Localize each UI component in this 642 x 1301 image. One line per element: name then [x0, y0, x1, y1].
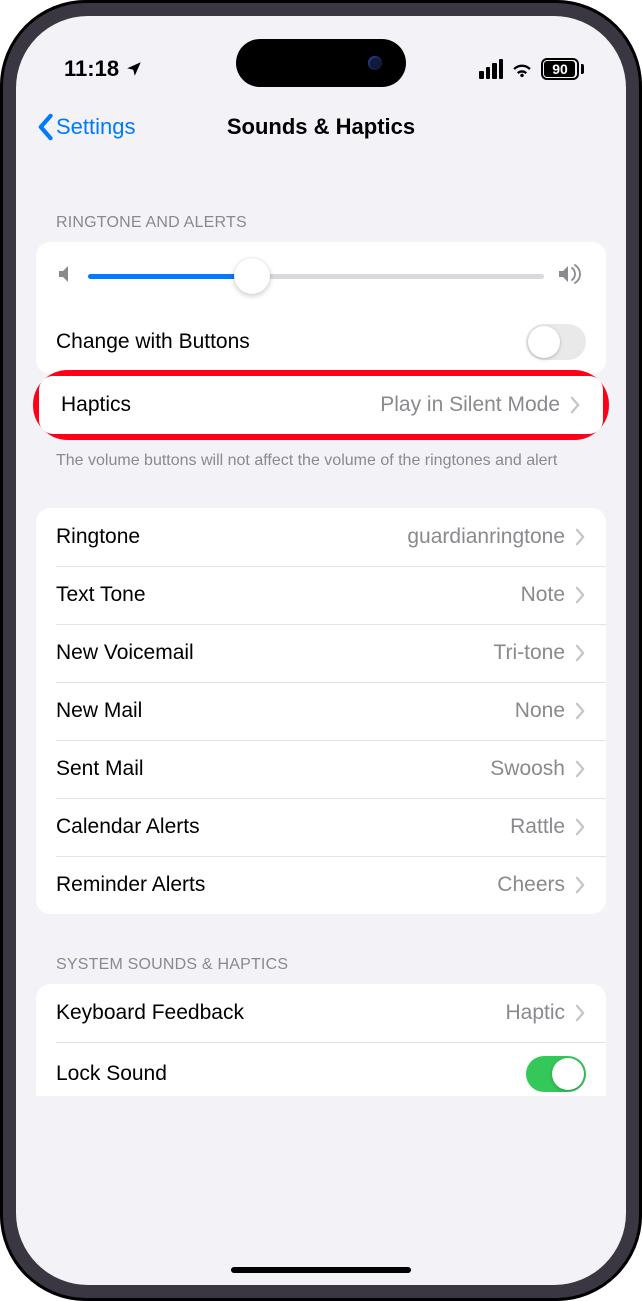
haptics-label: Haptics: [61, 393, 131, 417]
ringtone-alerts-group: Change with Buttons: [36, 242, 606, 374]
section-header-ringtone-alerts: RINGTONE AND ALERTS: [36, 160, 606, 242]
cellular-icon: [479, 59, 503, 79]
section-header-system: SYSTEM SOUNDS & HAPTICS: [36, 914, 606, 984]
back-button[interactable]: Settings: [36, 113, 136, 141]
change-with-buttons-label: Change with Buttons: [56, 330, 250, 354]
row-value: Haptic: [505, 1001, 565, 1025]
chevron-right-icon: [575, 702, 586, 720]
chevron-right-icon: [575, 644, 586, 662]
row-value: None: [515, 699, 565, 723]
row-label: New Voicemail: [56, 641, 194, 665]
location-icon: [125, 60, 143, 78]
status-time: 11:18: [64, 56, 119, 82]
device-frame: 11:18 90 Settings Sounds: [0, 0, 642, 1301]
reminder-alerts-row[interactable]: Reminder Alerts Cheers: [36, 856, 606, 914]
row-value: guardianringtone: [407, 525, 565, 549]
chevron-right-icon: [575, 760, 586, 778]
chevron-right-icon: [575, 876, 586, 894]
row-label: Keyboard Feedback: [56, 1001, 244, 1025]
row-label: Ringtone: [56, 525, 140, 549]
volume-slider-row: [36, 242, 606, 310]
row-value: Rattle: [510, 815, 565, 839]
sent-mail-row[interactable]: Sent Mail Swoosh: [36, 740, 606, 798]
row-label: Sent Mail: [56, 757, 144, 781]
page-title: Sounds & Haptics: [227, 114, 415, 140]
row-value: Swoosh: [490, 757, 565, 781]
row-value: Cheers: [497, 873, 565, 897]
wifi-icon: [511, 60, 533, 78]
lock-sound-switch[interactable]: [526, 1056, 586, 1092]
nav-bar: Settings Sounds & Haptics: [16, 94, 626, 160]
screen: 11:18 90 Settings Sounds: [16, 16, 626, 1285]
battery-icon: 90: [541, 58, 584, 80]
change-with-buttons-switch[interactable]: [526, 324, 586, 360]
chevron-right-icon: [575, 586, 586, 604]
chevron-right-icon: [575, 818, 586, 836]
volume-high-icon: [558, 264, 584, 289]
row-value: Tri-tone: [493, 641, 565, 665]
lock-sound-row[interactable]: Lock Sound: [36, 1042, 606, 1096]
new-mail-row[interactable]: New Mail None: [36, 682, 606, 740]
back-label: Settings: [56, 114, 136, 140]
home-indicator[interactable]: [231, 1267, 411, 1273]
row-value: Note: [521, 583, 565, 607]
keyboard-feedback-row[interactable]: Keyboard Feedback Haptic: [36, 984, 606, 1042]
row-label: Reminder Alerts: [56, 873, 205, 897]
highlight-annotation: Haptics Play in Silent Mode: [33, 370, 609, 440]
row-label: Text Tone: [56, 583, 146, 607]
haptics-row[interactable]: Haptics Play in Silent Mode: [39, 376, 603, 434]
ringtone-row[interactable]: Ringtone guardianringtone: [36, 508, 606, 566]
text-tone-row[interactable]: Text Tone Note: [36, 566, 606, 624]
system-sounds-group: Keyboard Feedback Haptic Lock Sound: [36, 984, 606, 1096]
change-with-buttons-row[interactable]: Change with Buttons: [36, 310, 606, 374]
chevron-right-icon: [570, 396, 581, 414]
haptics-value: Play in Silent Mode: [380, 393, 560, 417]
sound-list-group: Ringtone guardianringtone Text Tone Note…: [36, 508, 606, 914]
volume-low-icon: [58, 265, 74, 288]
chevron-right-icon: [575, 1004, 586, 1022]
new-voicemail-row[interactable]: New Voicemail Tri-tone: [36, 624, 606, 682]
row-label: New Mail: [56, 699, 142, 723]
chevron-right-icon: [575, 528, 586, 546]
row-label: Calendar Alerts: [56, 815, 200, 839]
calendar-alerts-row[interactable]: Calendar Alerts Rattle: [36, 798, 606, 856]
dynamic-island: [236, 39, 406, 87]
volume-slider[interactable]: [88, 274, 544, 279]
row-label: Lock Sound: [56, 1062, 167, 1086]
ringtone-alerts-footer: The volume buttons will not affect the v…: [36, 440, 606, 472]
